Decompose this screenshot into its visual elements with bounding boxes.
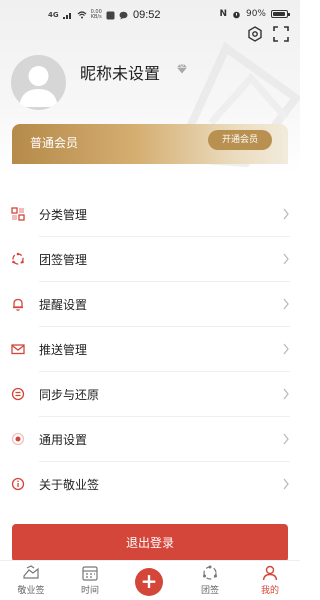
settings-menu: 分类管理 团签管理 提醒设置 推送管理 同步与还原 通用设置 关于敬业签: [0, 192, 300, 507]
battery-level-fill: [273, 12, 285, 16]
nav-item-mine[interactable]: 我的: [245, 564, 295, 600]
menu-item-label: 提醒设置: [39, 298, 88, 312]
chevron-right-icon: [283, 208, 289, 220]
nav-label: 敬业签: [17, 586, 45, 596]
signal-indicator: 4G: [48, 11, 59, 19]
nickname[interactable]: 昵称未设置: [80, 60, 160, 84]
alarm-icon: [233, 11, 240, 18]
battery-icon: [271, 10, 290, 18]
nav-label: 时间: [80, 586, 99, 596]
wifi-icon: [77, 11, 87, 19]
nav-label: 我的: [260, 586, 279, 596]
message-icon: [119, 11, 128, 19]
menu-item-push[interactable]: 推送管理: [0, 327, 300, 372]
menu-item-group-sign[interactable]: 团签管理: [0, 237, 300, 282]
battery-percent: 90%: [245, 9, 266, 19]
menu-item-label: 推送管理: [39, 343, 88, 357]
nav-label: 团签: [200, 586, 219, 596]
team-icon: [203, 565, 217, 580]
bell-icon: [13, 298, 23, 311]
chevron-right-icon: [283, 478, 289, 490]
logout-button[interactable]: 退出登录: [12, 524, 288, 562]
mail-icon: [11, 344, 25, 355]
network-rate: 0.00 KB/s: [91, 10, 102, 20]
calendar-icon: [82, 566, 98, 581]
chevron-right-icon: [283, 253, 289, 265]
menu-item-label: 团签管理: [39, 253, 88, 267]
add-icon: +: [135, 568, 163, 596]
scan-icon[interactable]: [272, 25, 290, 43]
default-avatar-icon: [19, 66, 58, 107]
chevron-right-icon: [283, 388, 289, 400]
rate-unit: KB/s: [90, 14, 102, 20]
category-icon: [11, 207, 25, 221]
menu-item-about[interactable]: 关于敬业签: [0, 462, 300, 507]
menu-item-label: 通用设置: [39, 433, 88, 447]
vip-diamond-icon: [177, 64, 187, 74]
sync-icon: [11, 387, 25, 401]
menu-item-label: 同步与还原: [39, 388, 100, 402]
chevron-right-icon: [283, 343, 289, 355]
general-settings-icon: [11, 432, 25, 446]
nav-item-notes[interactable]: 敬业签: [6, 564, 56, 600]
membership-card[interactable]: 普通会员 开通会员: [12, 124, 288, 164]
profile-screen: 4G 0.00 KB/s 09:52 N 90% 昵称未设置 普通会员 开通会员…: [0, 0, 300, 600]
person-icon: [262, 565, 278, 581]
notes-icon: [23, 565, 39, 579]
cell-signal-icon: [62, 12, 71, 19]
status-right: N 90%: [219, 9, 290, 19]
chevron-right-icon: [283, 433, 289, 445]
notification-app-icon: [106, 11, 115, 19]
settings-hex-icon[interactable]: [246, 25, 264, 43]
menu-item-reminder[interactable]: 提醒设置: [0, 282, 300, 327]
nfc-icon: N: [219, 9, 227, 19]
avatar[interactable]: [11, 55, 66, 110]
add-button[interactable]: +: [133, 566, 165, 598]
nav-item-team[interactable]: 团签: [185, 564, 235, 600]
nav-item-time[interactable]: 时间: [65, 564, 115, 600]
info-icon: [11, 477, 25, 491]
menu-item-sync[interactable]: 同步与还原: [0, 372, 300, 417]
membership-level: 普通会员: [30, 136, 79, 150]
open-membership-button[interactable]: 开通会员: [208, 130, 272, 150]
menu-item-general-settings[interactable]: 通用设置: [0, 417, 300, 462]
status-time: 09:52: [133, 9, 161, 21]
chevron-right-icon: [283, 298, 289, 310]
menu-item-category[interactable]: 分类管理: [0, 192, 300, 237]
menu-item-label: 关于敬业签: [39, 478, 100, 492]
status-left: 4G 0.00 KB/s: [48, 10, 128, 20]
menu-item-label: 分类管理: [39, 208, 88, 222]
group-sign-icon: [12, 252, 24, 265]
